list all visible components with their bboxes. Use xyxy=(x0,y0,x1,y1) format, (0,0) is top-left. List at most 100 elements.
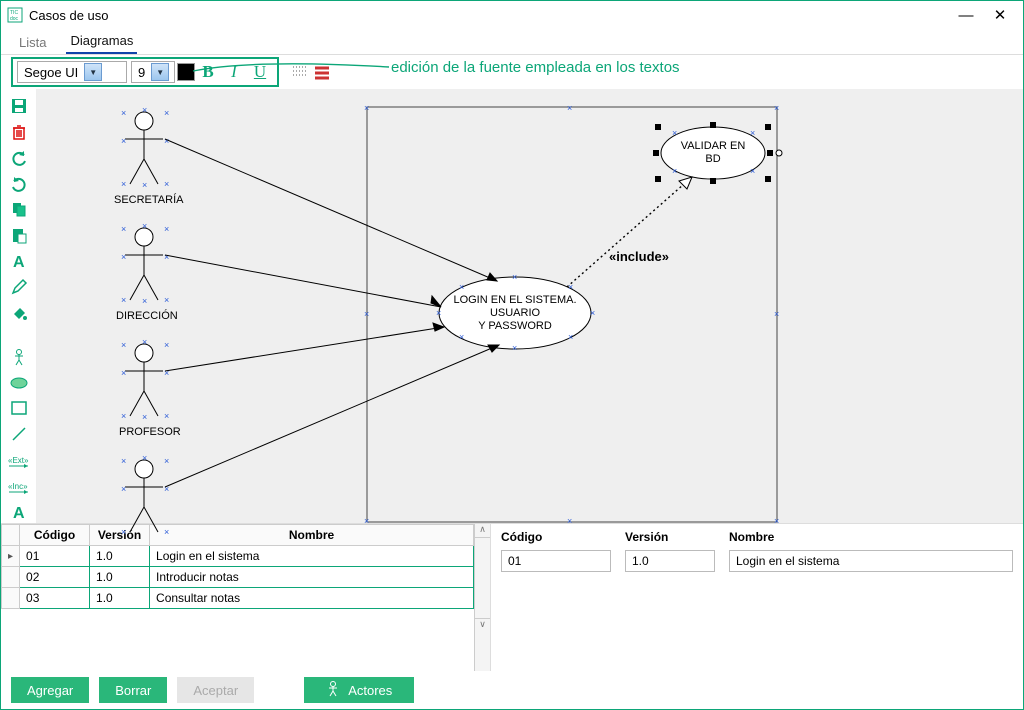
paste-icon[interactable] xyxy=(7,224,31,246)
svg-text:×: × xyxy=(164,411,169,421)
svg-text:×: × xyxy=(590,308,595,318)
actor-secretaria[interactable]: SECRETARÍA ×× ×× ×× ×× xyxy=(114,105,184,206)
svg-text:×: × xyxy=(121,368,126,378)
svg-text:×: × xyxy=(774,309,779,319)
usecase-tool-icon[interactable] xyxy=(7,372,31,394)
tab-bar: Lista Diagramas xyxy=(1,29,1023,55)
svg-text:×: × xyxy=(459,332,464,342)
svg-text:«Inc»: «Inc» xyxy=(8,482,28,491)
font-name-value: Segoe UI xyxy=(24,65,78,80)
svg-text:×: × xyxy=(164,179,169,189)
tab-lista[interactable]: Lista xyxy=(15,31,50,54)
svg-text:×: × xyxy=(567,516,572,526)
svg-text:×: × xyxy=(121,527,126,537)
diagram-canvas[interactable]: × × × × × × × × SECRETARÍA × × × × × × xyxy=(37,89,1023,523)
svg-text:×: × xyxy=(164,456,169,466)
usecase-validar[interactable]: VALIDAR EN BD ×××× xyxy=(653,122,782,184)
svg-text:×: × xyxy=(436,308,441,318)
svg-text:×: × xyxy=(567,103,572,113)
svg-text:×: × xyxy=(121,179,126,189)
svg-text:×: × xyxy=(774,516,779,526)
actores-label: Actores xyxy=(348,683,392,698)
font-name-dropdown[interactable]: Segoe UI ▼ xyxy=(17,61,127,83)
svg-text:×: × xyxy=(121,456,126,466)
save-icon[interactable] xyxy=(7,95,31,117)
usecase-login[interactable]: LOGIN EN EL SISTEMA. USUARIO Y PASSWORD … xyxy=(436,272,595,353)
include-tool-icon[interactable]: «Inc» xyxy=(7,475,31,497)
redo-icon[interactable] xyxy=(7,173,31,195)
tab-diagramas[interactable]: Diagramas xyxy=(66,29,137,54)
svg-text:×: × xyxy=(142,337,147,347)
svg-text:×: × xyxy=(512,272,517,282)
table-row[interactable]: 02 1.0 Introducir notas xyxy=(2,567,474,588)
aceptar-button[interactable]: Aceptar xyxy=(177,677,254,703)
extend-tool-icon[interactable]: «Ext» xyxy=(7,449,31,471)
svg-text:×: × xyxy=(164,108,169,118)
close-button[interactable]: ✕ xyxy=(983,4,1017,26)
annotation-connector xyxy=(193,71,393,73)
svg-text:×: × xyxy=(364,103,369,113)
include-relation[interactable]: «include» xyxy=(567,177,692,287)
agregar-button[interactable]: Agregar xyxy=(11,677,89,703)
actor-tool-icon[interactable] xyxy=(7,346,31,368)
svg-text:A: A xyxy=(13,505,25,522)
svg-text:×: × xyxy=(164,527,169,537)
svg-text:×: × xyxy=(142,296,147,306)
actor-label: DIRECCIÓN xyxy=(116,309,178,322)
svg-text:BD: BD xyxy=(705,153,720,165)
actor-label: PROFESOR xyxy=(119,426,181,438)
window-title: Casos de uso xyxy=(29,8,949,23)
minimize-button[interactable]: — xyxy=(949,4,983,26)
left-toolbar: A «Ext» «Inc» A xyxy=(1,89,37,523)
svg-text:×: × xyxy=(142,453,147,463)
line-tool-icon[interactable] xyxy=(7,423,31,445)
font-size-dropdown[interactable]: 9 ▼ xyxy=(131,61,175,83)
svg-text:doc: doc xyxy=(10,16,19,22)
svg-text:×: × xyxy=(121,484,126,494)
row-pointer-icon: ▸ xyxy=(2,546,20,567)
copy-icon[interactable] xyxy=(7,199,31,221)
actor-unnamed[interactable]: ××××××× xyxy=(121,453,169,537)
title-bar: TICdoc Casos de uso — ✕ xyxy=(1,1,1023,29)
actor-profesor[interactable]: PROFESOR ×××××××× xyxy=(119,337,181,438)
svg-text:×: × xyxy=(121,108,126,118)
table-row[interactable]: 03 1.0 Consultar notas xyxy=(2,588,474,609)
svg-text:×: × xyxy=(164,340,169,350)
svg-text:×: × xyxy=(164,224,169,234)
svg-text:«Ext»: «Ext» xyxy=(8,456,29,465)
svg-text:×: × xyxy=(121,295,126,305)
svg-text:×: × xyxy=(364,309,369,319)
svg-text:×: × xyxy=(121,411,126,421)
svg-text:×: × xyxy=(512,343,517,353)
delete-icon[interactable] xyxy=(7,121,31,143)
svg-text:×: × xyxy=(142,221,147,231)
svg-text:A: A xyxy=(13,254,25,271)
annotation-label: edición de la fuente empleada en los tex… xyxy=(391,59,680,76)
app-icon: TICdoc xyxy=(7,7,23,23)
svg-text:USUARIO: USUARIO xyxy=(490,307,541,319)
fill-icon[interactable] xyxy=(7,302,31,324)
rect-tool-icon[interactable] xyxy=(7,398,31,420)
undo-icon[interactable] xyxy=(7,147,31,169)
svg-text:LOGIN EN EL SISTEMA.: LOGIN EN EL SISTEMA. xyxy=(453,294,576,306)
svg-text:×: × xyxy=(672,128,677,138)
svg-text:×: × xyxy=(164,368,169,378)
footer-toolbar: Agregar Borrar Aceptar Actores xyxy=(1,671,1023,709)
svg-text:×: × xyxy=(750,128,755,138)
borrar-button[interactable]: Borrar xyxy=(99,677,167,703)
edit-icon[interactable] xyxy=(7,276,31,298)
svg-text:×: × xyxy=(774,103,779,113)
svg-text:×: × xyxy=(121,340,126,350)
grid-row-header xyxy=(2,525,20,546)
text-tool-icon[interactable]: A xyxy=(7,501,31,523)
text-mode-icon[interactable]: A xyxy=(7,250,31,272)
font-size-value: 9 xyxy=(138,65,145,80)
chevron-down-icon: ▼ xyxy=(151,63,169,81)
svg-text:VALIDAR EN: VALIDAR EN xyxy=(681,140,746,152)
svg-text:×: × xyxy=(164,252,169,262)
actor-label: SECRETARÍA xyxy=(114,193,184,206)
svg-text:×: × xyxy=(142,105,147,115)
actores-button[interactable]: Actores xyxy=(304,677,414,703)
actor-direccion[interactable]: DIRECCIÓN ×××××××× xyxy=(116,221,178,322)
svg-text:×: × xyxy=(672,166,677,176)
